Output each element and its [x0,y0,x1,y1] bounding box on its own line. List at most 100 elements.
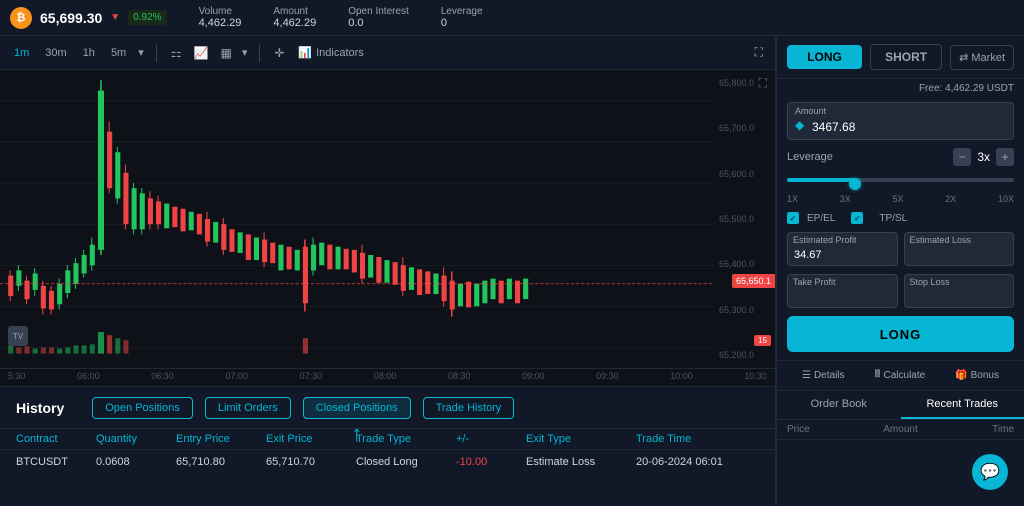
epel-label: EP/EL [807,213,835,224]
stat-volume: Volume 4,462.29 [199,6,242,29]
time-label-2: 06:30 [151,371,174,384]
order-type-tabs: LONG SHORT ⇄ Market [777,36,1024,79]
leverage-section: Leverage − 3x + 1X 3X 5X 2X [787,148,1014,204]
leverage-controls: − 3x + [953,148,1014,166]
stat-volume-label: Volume [199,6,242,17]
stat-oi-label: Open Interest [348,6,409,17]
time-label-5: 08:00 [374,371,397,384]
price-level-7: 65,200.0 [719,350,771,360]
order-book-tab[interactable]: Order Book [777,391,901,419]
closed-positions-tab[interactable]: Closed Positions [303,397,411,419]
slider-thumb[interactable] [849,178,861,190]
epel-tpsl-row: ✓ EP/EL ✓ TP/SL [787,212,1014,224]
timeframe-1h[interactable]: 1h [79,45,99,61]
details-label: Details [814,370,845,381]
col-header-exittype: Exit Type [526,433,636,445]
col-header-exit: Exit Price [266,433,356,445]
recent-trades-tab[interactable]: Recent Trades [901,391,1024,419]
row-trade-time: 20-06-2024 06:01 [636,456,759,468]
leverage-plus-button[interactable]: + [996,148,1014,166]
col-header-contract: Contract [16,433,96,445]
diamond-icon: ◆ [795,118,804,132]
short-tab-button[interactable]: SHORT [870,44,942,70]
time-label-6: 08:30 [448,371,471,384]
right-panel: LONG SHORT ⇄ Market Free: 4,462.29 USDT … [776,36,1024,506]
estimated-row: Estimated Profit Estimated Loss [787,232,1014,266]
stat-amount-value: 4,462.29 [273,17,316,29]
row-exit-price: 65,710.70 [266,456,356,468]
indicators-label: Indicators [316,47,364,59]
lev-mark-1x: 1X [787,194,798,204]
est-loss-label: Estimated Loss [910,235,972,245]
draw-crosshair-icon[interactable]: ✛ [272,44,286,62]
ob-col-price: Price [787,424,863,435]
long-tab-button[interactable]: LONG [787,45,862,69]
limit-orders-tab[interactable]: Limit Orders [205,397,291,419]
history-table: Contract Quantity Entry Price Exit Price… [0,429,775,506]
timeframe-1m[interactable]: 1m [10,45,33,61]
closed-positions-wrapper: Closed Positions ↑ [303,397,411,419]
price-chart [0,70,775,368]
tp-sl-row: Take Profit Stop Loss [787,274,1014,308]
history-header: History Open Positions Limit Orders Clos… [0,387,775,429]
amount-label: Amount [795,106,826,116]
ob-col-amount: Amount [863,424,939,435]
chart-bar-icon[interactable]: ▦ [218,44,233,62]
details-link[interactable]: ☰ Details [802,367,845,384]
ob-header-row: Price Amount Time [777,420,1024,440]
row-pnl: -10.00 [456,456,526,468]
price-scale: 65,800.0 65,700.0 65,600.0 65,500.0 65,4… [715,70,775,368]
stat-volume-value: 4,462.29 [199,17,242,29]
tpsl-toggle[interactable]: ✓ [851,212,863,224]
price-level-3: 65,600.0 [719,169,771,179]
main-content: 1m 30m 1h 5m ▾ ⚏ 📈 ▦ ▾ ✛ 📊 Indicators ⛶ [0,36,1024,506]
lev-mark-3x: 3X [840,194,851,204]
price-level-4: 65,500.0 [719,214,771,224]
open-positions-tab[interactable]: Open Positions [92,397,193,419]
time-label-4: 07:30 [300,371,323,384]
stat-lev-value: 0 [441,17,483,29]
long-action-button[interactable]: LONG [787,316,1014,352]
chat-bubble-button[interactable]: 💬 [972,454,1008,490]
btc-price: 65,699.30 [40,10,102,26]
chart-type-icon[interactable]: ⚏ [169,44,184,62]
timeframe-30m[interactable]: 30m [41,45,70,61]
timeframe-5m[interactable]: 5m [107,45,130,61]
leverage-header: Leverage − 3x + [787,148,1014,166]
table-row: BTCUSDT 0.0608 65,710.80 65,710.70 Close… [0,450,775,474]
chart-line-icon[interactable]: 📈 [192,44,211,62]
est-loss-group: Estimated Loss [904,232,1015,266]
stat-oi-value: 0.0 [348,17,409,29]
btc-change-badge: 0.92% [128,10,166,25]
est-profit-group: Estimated Profit [787,232,898,266]
leverage-label: Leverage [787,151,833,163]
row-entry-price: 65,710.80 [176,456,266,468]
epel-toggle[interactable]: ✓ [787,212,799,224]
bonus-link[interactable]: 🎁 Bonus [955,367,999,384]
chart-section: 1m 30m 1h 5m ▾ ⚏ 📈 ▦ ▾ ✛ 📊 Indicators ⛶ [0,36,776,506]
stat-amount: Amount 4,462.29 [273,6,316,29]
calculate-link[interactable]: 🖩 Calculate [875,367,926,384]
take-profit-label: Take Profit [793,277,836,287]
expand-icon[interactable]: ⛶ [759,76,767,91]
order-form-links: ☰ Details 🖩 Calculate 🎁 Bonus [777,360,1024,390]
timeframe-dropdown[interactable]: ▾ [138,46,144,59]
tpsl-label: TP/SL [879,213,907,224]
candle-count-badge: 15 [754,335,771,346]
trade-history-tab[interactable]: Trade History [423,397,515,419]
free-balance-display: Free: 4,462.29 USDT [777,79,1024,94]
market-tab-button[interactable]: ⇄ Market [950,45,1014,70]
calculate-label: Calculate [884,370,926,381]
leverage-minus-button[interactable]: − [953,148,971,166]
fullscreen-icon[interactable]: ⛶ [753,43,765,62]
row-exit-type: Estimate Loss [526,456,636,468]
col-header-entry: Entry Price [176,433,266,445]
tradingview-logo: TV [8,326,28,346]
order-form: Amount ◆ Leverage − 3x + [777,94,1024,360]
indicators-button[interactable]: 📊 Indicators [298,46,363,59]
leverage-slider[interactable] [787,170,1014,190]
stop-loss-group: Stop Loss [904,274,1015,308]
row-quantity: 0.0608 [96,456,176,468]
row-trade-type: Closed Long [356,456,456,468]
history-section: History Open Positions Limit Orders Clos… [0,386,775,506]
